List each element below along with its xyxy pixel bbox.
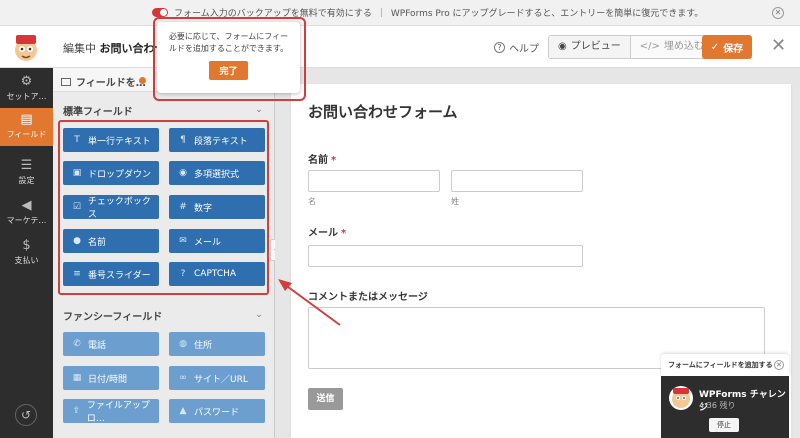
field-label: 住所 — [194, 340, 213, 351]
field-button-website-url[interactable]: ∞ サイト／URL — [169, 366, 265, 390]
list-icon — [61, 77, 71, 86]
challenge-stop-button[interactable]: 停止 — [709, 418, 739, 432]
nav-settings[interactable]: ☰ 設定 — [0, 154, 53, 192]
name-field-label[interactable]: 名前 * — [308, 151, 336, 166]
field-label: 電話 — [88, 340, 107, 351]
nav-marketing[interactable]: ◀ マーケテ… — [0, 194, 53, 232]
nav-label: マーケテ… — [6, 216, 47, 225]
nav-label: 設定 — [18, 176, 35, 185]
chevron-down-icon[interactable]: ⌄ — [254, 105, 264, 115]
email-field-label[interactable]: メール * — [308, 224, 346, 239]
field-button-phone[interactable]: ✆ 電話 — [63, 332, 159, 356]
preview-embed-group: ◉ プレビュー </> 埋め込む — [548, 35, 714, 59]
code-icon: </> — [639, 41, 660, 52]
field-label: パスワード — [194, 407, 240, 418]
help-link[interactable]: ? ヘルプ — [494, 40, 539, 55]
link-icon: ∞ — [179, 373, 187, 383]
notice-bar: フォーム入力のバックアップを無料で有効にする | WPForms Pro にアッ… — [0, 0, 800, 26]
last-name-sublabel: 姓 — [451, 197, 459, 206]
preview-button[interactable]: ◉ プレビュー — [549, 36, 630, 58]
first-name-input[interactable] — [308, 170, 440, 192]
form-title[interactable]: お問い合わせフォーム — [308, 101, 458, 122]
backup-toggle[interactable] — [152, 8, 168, 17]
field-button-password[interactable]: ▲ パスワード — [169, 399, 265, 423]
notice-upgrade-text: WPForms Pro にアップグレードすると、エントリーを簡単に復元できます。 — [390, 9, 704, 19]
email-input[interactable] — [308, 245, 583, 267]
check-icon: ✓ — [710, 41, 720, 53]
dollar-icon: $ — [22, 238, 31, 253]
required-marker: * — [341, 228, 347, 239]
notice-close-icon[interactable]: ✕ — [772, 7, 784, 19]
preview-label: プレビュー — [570, 41, 621, 52]
first-name-sublabel: 名 — [308, 197, 316, 206]
field-label: サイト／URL — [194, 374, 248, 385]
nav-fields[interactable]: ▤ フィールド — [0, 108, 53, 146]
chevron-down-icon[interactable]: ⌄ — [254, 310, 264, 320]
email-label-text: メール — [308, 228, 338, 239]
help-icon: ? — [494, 42, 505, 53]
standard-fields-highlight — [58, 120, 269, 295]
map-pin-icon: ◍ — [179, 339, 187, 349]
close-builder-icon[interactable]: ✕ — [771, 37, 786, 55]
nav-setup[interactable]: ⚙ セットア… — [0, 70, 53, 108]
annotation-arrow-icon — [278, 279, 341, 326]
tour-beacon[interactable] — [139, 77, 146, 84]
field-button-file-upload[interactable]: ⇪ ファイルアップロ… — [63, 399, 159, 424]
tour-tooltip: 必要に応じて、フォームにフィールドを追加することができます。 完了 — [157, 22, 300, 93]
eye-icon: ◉ — [558, 41, 567, 52]
field-label: ファイルアップロ… — [86, 401, 150, 424]
nav-payments[interactable]: $ 支払い — [0, 234, 53, 272]
builder-header: 編集中 お問い合わせフォ ? ヘルプ ◉ プレビュー </> 埋め込む ✓ 保存… — [0, 26, 800, 68]
last-name-input[interactable] — [451, 170, 583, 192]
notice-separator: | — [379, 7, 383, 18]
nav-label: 支払い — [14, 256, 39, 265]
gear-icon: ⚙ — [20, 74, 33, 89]
megaphone-icon: ◀ — [21, 198, 32, 213]
fields-icon: ▤ — [20, 112, 33, 127]
wpforms-mascot-icon — [669, 386, 693, 410]
help-label: ヘルプ — [509, 44, 539, 55]
wpforms-logo-icon — [15, 35, 37, 61]
challenge-timer: 4:36 残り — [699, 401, 736, 410]
required-marker: * — [331, 155, 337, 166]
challenge-body: WPForms チャレンジ 4:36 残り 停止 — [661, 376, 789, 438]
submit-button[interactable]: 送信 — [308, 388, 343, 410]
challenge-header: フォームにフィールドを追加する ✕ — [661, 354, 789, 376]
upload-icon: ⇪ — [72, 406, 81, 416]
builder-sidebar: ⚙ セットア… ▤ フィールド ☰ 設定 ◀ マーケテ… $ 支払い ↺ — [0, 68, 53, 438]
field-button-date-time[interactable]: ▦ 日付/時間 — [63, 366, 159, 390]
name-label-text: 名前 — [308, 155, 328, 166]
field-label: 日付/時間 — [88, 374, 128, 385]
tooltip-text: 必要に応じて、フォームにフィールドを追加することができます。 — [168, 32, 289, 53]
save-label: 保存 — [723, 43, 744, 55]
lock-icon: ▲ — [179, 406, 187, 416]
fancy-fields-title: ファンシーフィールド — [63, 312, 163, 323]
editing-prefix: 編集中 — [63, 42, 96, 55]
challenge-step-text: フォームにフィールドを追加する — [668, 361, 773, 369]
save-button[interactable]: ✓ 保存 — [702, 35, 752, 59]
sliders-icon: ☰ — [20, 158, 33, 173]
tooltip-done-button[interactable]: 完了 — [209, 61, 248, 80]
calendar-icon: ▦ — [72, 373, 82, 383]
tab-add-fields[interactable]: フィールドを… — [61, 74, 146, 89]
nav-label: フィールド — [6, 130, 47, 139]
revisions-history-icon[interactable]: ↺ — [15, 404, 37, 426]
nav-label: セットア… — [6, 92, 47, 101]
phone-icon: ✆ — [73, 339, 81, 349]
embed-label: 埋め込む — [663, 41, 704, 52]
tab-add-fields-label: フィールドを… — [76, 78, 146, 89]
challenge-close-icon[interactable]: ✕ — [774, 360, 784, 370]
field-button-address[interactable]: ◍ 住所 — [169, 332, 265, 356]
embed-button[interactable]: </> 埋め込む — [629, 36, 713, 58]
challenge-widget: フォームにフィールドを追加する ✕ WPForms チャレンジ 4:36 残り … — [661, 354, 789, 438]
standard-fields-title: 標準フィールド — [63, 107, 133, 118]
